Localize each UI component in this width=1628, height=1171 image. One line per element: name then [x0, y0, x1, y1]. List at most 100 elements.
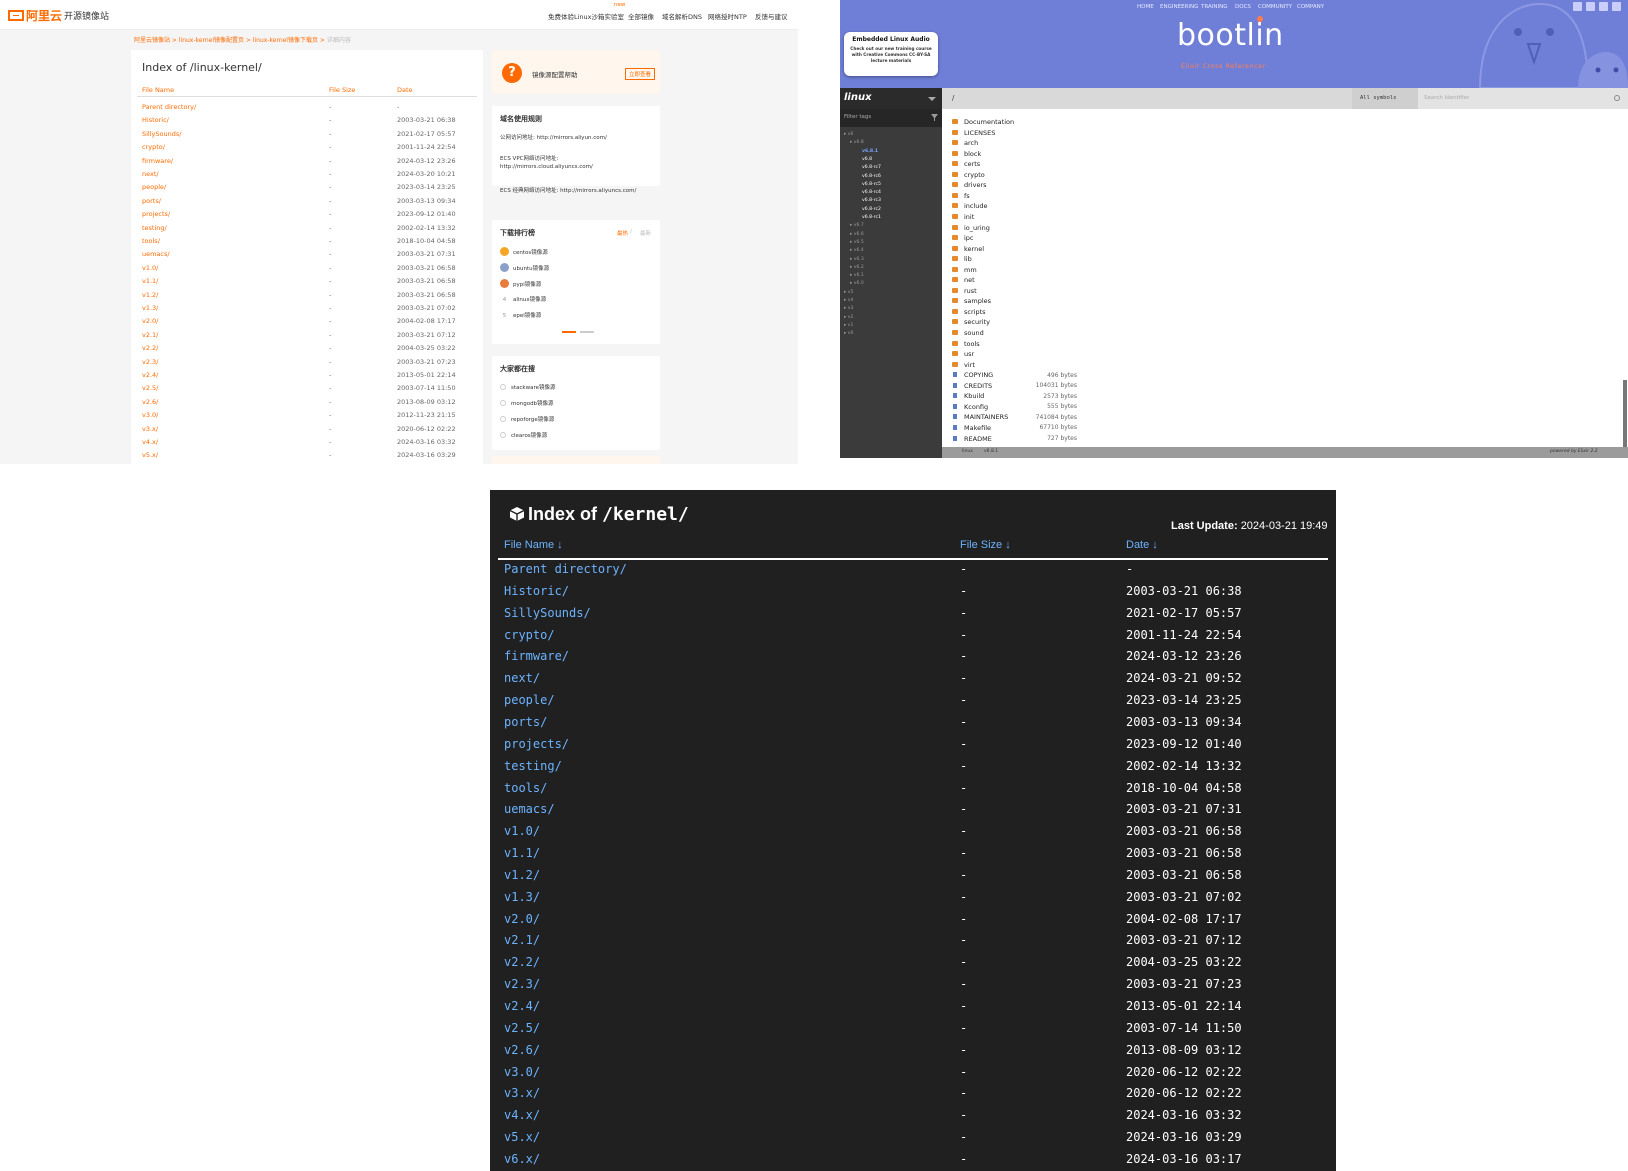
carousel-dot-active[interactable]: [562, 331, 576, 333]
file-name-link[interactable]: v2.3/: [504, 977, 540, 991]
table-row[interactable]: v2.3/ - 2003-03-21 07:23: [131, 358, 483, 371]
file-name-link[interactable]: v2.2/: [504, 955, 540, 969]
tab-hottest[interactable]: 最热: [617, 229, 628, 237]
file-name-link[interactable]: projects/: [142, 210, 170, 218]
folder-entry[interactable]: mm: [952, 266, 977, 274]
file-name-link[interactable]: SillySounds/: [142, 130, 181, 138]
folder-entry[interactable]: net: [952, 276, 975, 284]
table-row[interactable]: v4.x/ - 2024-03-16 03:32: [131, 438, 483, 451]
file-name-link[interactable]: crypto/: [504, 628, 555, 642]
bootlin-logo[interactable]: bootlin: [1177, 16, 1284, 53]
folder-entry[interactable]: scripts: [952, 308, 986, 316]
file-name-link[interactable]: uemacs/: [142, 250, 170, 258]
popular-search-item[interactable]: mongodb镜像源: [500, 399, 554, 407]
file-name-link[interactable]: v3.0/: [504, 1065, 540, 1079]
vpc-address-url[interactable]: http://mirrors.cloud.aliyuncs.com/: [500, 164, 593, 170]
file-name-link[interactable]: v2.5/: [142, 384, 158, 392]
mastodon-icon[interactable]: [1586, 2, 1595, 11]
carousel-dot[interactable]: [580, 331, 594, 333]
table-row[interactable]: testing/ - 2002-02-14 13:32: [490, 759, 1336, 781]
table-row[interactable]: v1.1/ - 2003-03-21 06:58: [131, 277, 483, 290]
column-header-name[interactable]: File Name ↓: [504, 539, 563, 551]
table-row[interactable]: tools/ - 2018-10-04 04:58: [131, 237, 483, 250]
tree-item[interactable]: ▸ v6.8: [850, 140, 864, 145]
file-name-link[interactable]: v1.2/: [142, 291, 158, 299]
popular-search-item[interactable]: stackware镜像源: [500, 383, 556, 391]
ranking-item[interactable]: pypi镜像源: [500, 279, 541, 288]
twitter-icon[interactable]: [1573, 2, 1582, 11]
table-row[interactable]: Historic/ - 2003-03-21 06:38: [131, 116, 483, 129]
table-row[interactable]: v2.6/ - 2013-08-09 03:12: [490, 1043, 1336, 1065]
table-row[interactable]: Parent directory/ - -: [131, 103, 483, 116]
folder-entry[interactable]: security: [952, 318, 990, 326]
breadcrumb-item[interactable]: linux-kernel镜像配置页: [179, 37, 244, 44]
table-row[interactable]: v2.4/ - 2013-05-01 22:14: [131, 371, 483, 384]
nav-company[interactable]: COMPANY: [1297, 4, 1324, 10]
file-name-link[interactable]: Historic/: [504, 584, 569, 598]
file-name-link[interactable]: people/: [142, 183, 166, 191]
file-name-link[interactable]: tools/: [142, 237, 160, 245]
tree-item[interactable]: ▸ v6.6: [850, 232, 864, 237]
table-row[interactable]: v6.x/ - 2024-03-16 03:17: [490, 1152, 1336, 1171]
file-name-link[interactable]: SillySounds/: [504, 606, 591, 620]
table-row[interactable]: crypto/ - 2001-11-24 22:54: [131, 143, 483, 156]
file-name-link[interactable]: tools/: [504, 781, 547, 795]
popular-search-item[interactable]: repoforge镜像源: [500, 415, 554, 423]
symbol-type-select[interactable]: All symbols: [1352, 88, 1418, 109]
nav-item-feedback[interactable]: 反馈与建议: [755, 11, 788, 21]
nav-training[interactable]: TRAINING: [1201, 4, 1227, 10]
view-now-button[interactable]: 立即查看: [625, 68, 656, 80]
project-select[interactable]: linux: [840, 88, 942, 109]
file-name-link[interactable]: v2.0/: [142, 317, 158, 325]
github-icon[interactable]: [1612, 2, 1621, 11]
tree-item[interactable]: v6.8.1: [862, 149, 878, 154]
ranking-item[interactable]: 4 alinux镜像源: [500, 295, 546, 303]
tree-item[interactable]: ▸ v6: [844, 132, 853, 137]
column-header-date[interactable]: Date ↓: [1126, 539, 1158, 551]
breadcrumb-item[interactable]: 阿里云镜像站: [134, 37, 170, 44]
file-name-link[interactable]: testing/: [504, 759, 562, 773]
table-row[interactable]: v2.2/ - 2004-03-25 03:22: [131, 344, 483, 357]
table-row[interactable]: v2.1/ - 2003-03-21 07:12: [131, 331, 483, 344]
folder-entry[interactable]: LICENSES: [952, 129, 995, 137]
nav-community[interactable]: COMMUNITY: [1258, 4, 1292, 10]
table-row[interactable]: ports/ - 2003-03-13 09:34: [490, 715, 1336, 737]
nav-home[interactable]: HOME: [1137, 4, 1154, 10]
table-row[interactable]: uemacs/ - 2003-03-21 07:31: [131, 250, 483, 263]
file-entry[interactable]: Makefile: [952, 424, 991, 432]
file-entry[interactable]: CREDITS: [952, 382, 992, 390]
nav-engineering[interactable]: ENGINEERING: [1160, 4, 1198, 10]
file-name-link[interactable]: v1.1/: [142, 277, 158, 285]
table-row[interactable]: v3.x/ - 2020-06-12 02:22: [490, 1086, 1336, 1108]
file-name-link[interactable]: v1.1/: [504, 846, 540, 860]
file-name-link[interactable]: v1.3/: [504, 890, 540, 904]
table-row[interactable]: v5.x/ - 2024-03-16 03:29: [131, 451, 483, 464]
tree-item[interactable]: ▸ v2: [844, 315, 853, 320]
tree-item[interactable]: v6.8-rc1: [862, 215, 881, 220]
ranking-item[interactable]: ubuntu镜像源: [500, 263, 549, 272]
table-row[interactable]: v1.3/ - 2003-03-21 07:02: [131, 304, 483, 317]
linkedin-icon[interactable]: [1599, 2, 1608, 11]
training-ad[interactable]: Embedded Linux Audio Check out our new t…: [844, 32, 938, 76]
table-row[interactable]: crypto/ - 2001-11-24 22:54: [490, 628, 1336, 650]
table-row[interactable]: Historic/ - 2003-03-21 06:38: [490, 584, 1336, 606]
tree-item[interactable]: ▸ v6.3: [850, 257, 864, 262]
file-name-link[interactable]: firmware/: [504, 649, 569, 663]
file-name-link[interactable]: v2.0/: [504, 912, 540, 926]
table-row[interactable]: v3.0/ - 2012-11-23 21:15: [131, 411, 483, 424]
file-name-link[interactable]: Historic/: [142, 116, 169, 124]
table-row[interactable]: v1.3/ - 2003-03-21 07:02: [490, 890, 1336, 912]
file-name-link[interactable]: v2.3/: [142, 358, 158, 366]
table-row[interactable]: v2.0/ - 2004-02-08 17:17: [490, 912, 1336, 934]
table-row[interactable]: next/ - 2024-03-20 10:21: [131, 170, 483, 183]
file-entry[interactable]: Kbuild: [952, 392, 984, 400]
folder-entry[interactable]: arch: [952, 139, 978, 147]
tree-item[interactable]: ▸ v6.2: [850, 265, 864, 270]
file-name-link[interactable]: next/: [504, 671, 540, 685]
file-name-link[interactable]: v1.0/: [142, 264, 158, 272]
filter-tags-input[interactable]: Filter tags: [840, 109, 942, 127]
file-name-link[interactable]: Parent directory/: [504, 562, 627, 576]
identifier-search-input[interactable]: Search Identifier: [1418, 88, 1628, 109]
file-name-link[interactable]: v2.1/: [142, 331, 158, 339]
file-entry[interactable]: COPYING: [952, 371, 993, 379]
